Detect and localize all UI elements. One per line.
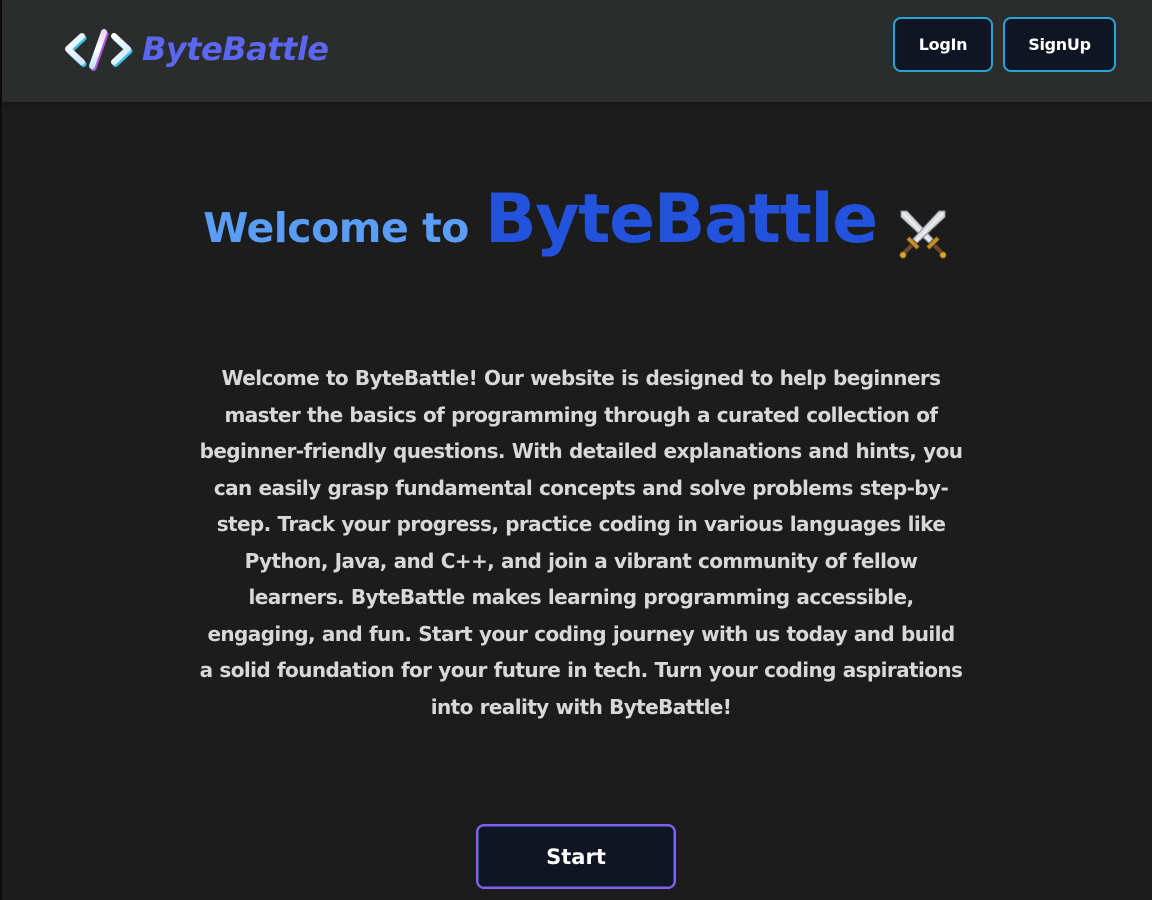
login-button[interactable]: LogIn bbox=[893, 17, 993, 72]
brand-logo-link[interactable]: ByteBattle bbox=[62, 26, 329, 72]
crossed-swords-icon bbox=[899, 210, 947, 259]
welcome-brand: ByteBattle bbox=[484, 180, 878, 259]
hero-title: Welcome to ByteBattle bbox=[2, 180, 1152, 280]
navbar: ByteBattle LogIn SignUp bbox=[2, 0, 1152, 102]
brand-name: ByteBattle bbox=[142, 30, 329, 68]
intro-paragraph: Welcome to ByteBattle! Our website is de… bbox=[199, 366, 963, 719]
signup-button[interactable]: SignUp bbox=[1003, 17, 1116, 72]
welcome-prefix: Welcome to bbox=[203, 204, 469, 252]
code-brackets-icon bbox=[65, 29, 133, 71]
start-button[interactable]: Start bbox=[476, 824, 676, 889]
